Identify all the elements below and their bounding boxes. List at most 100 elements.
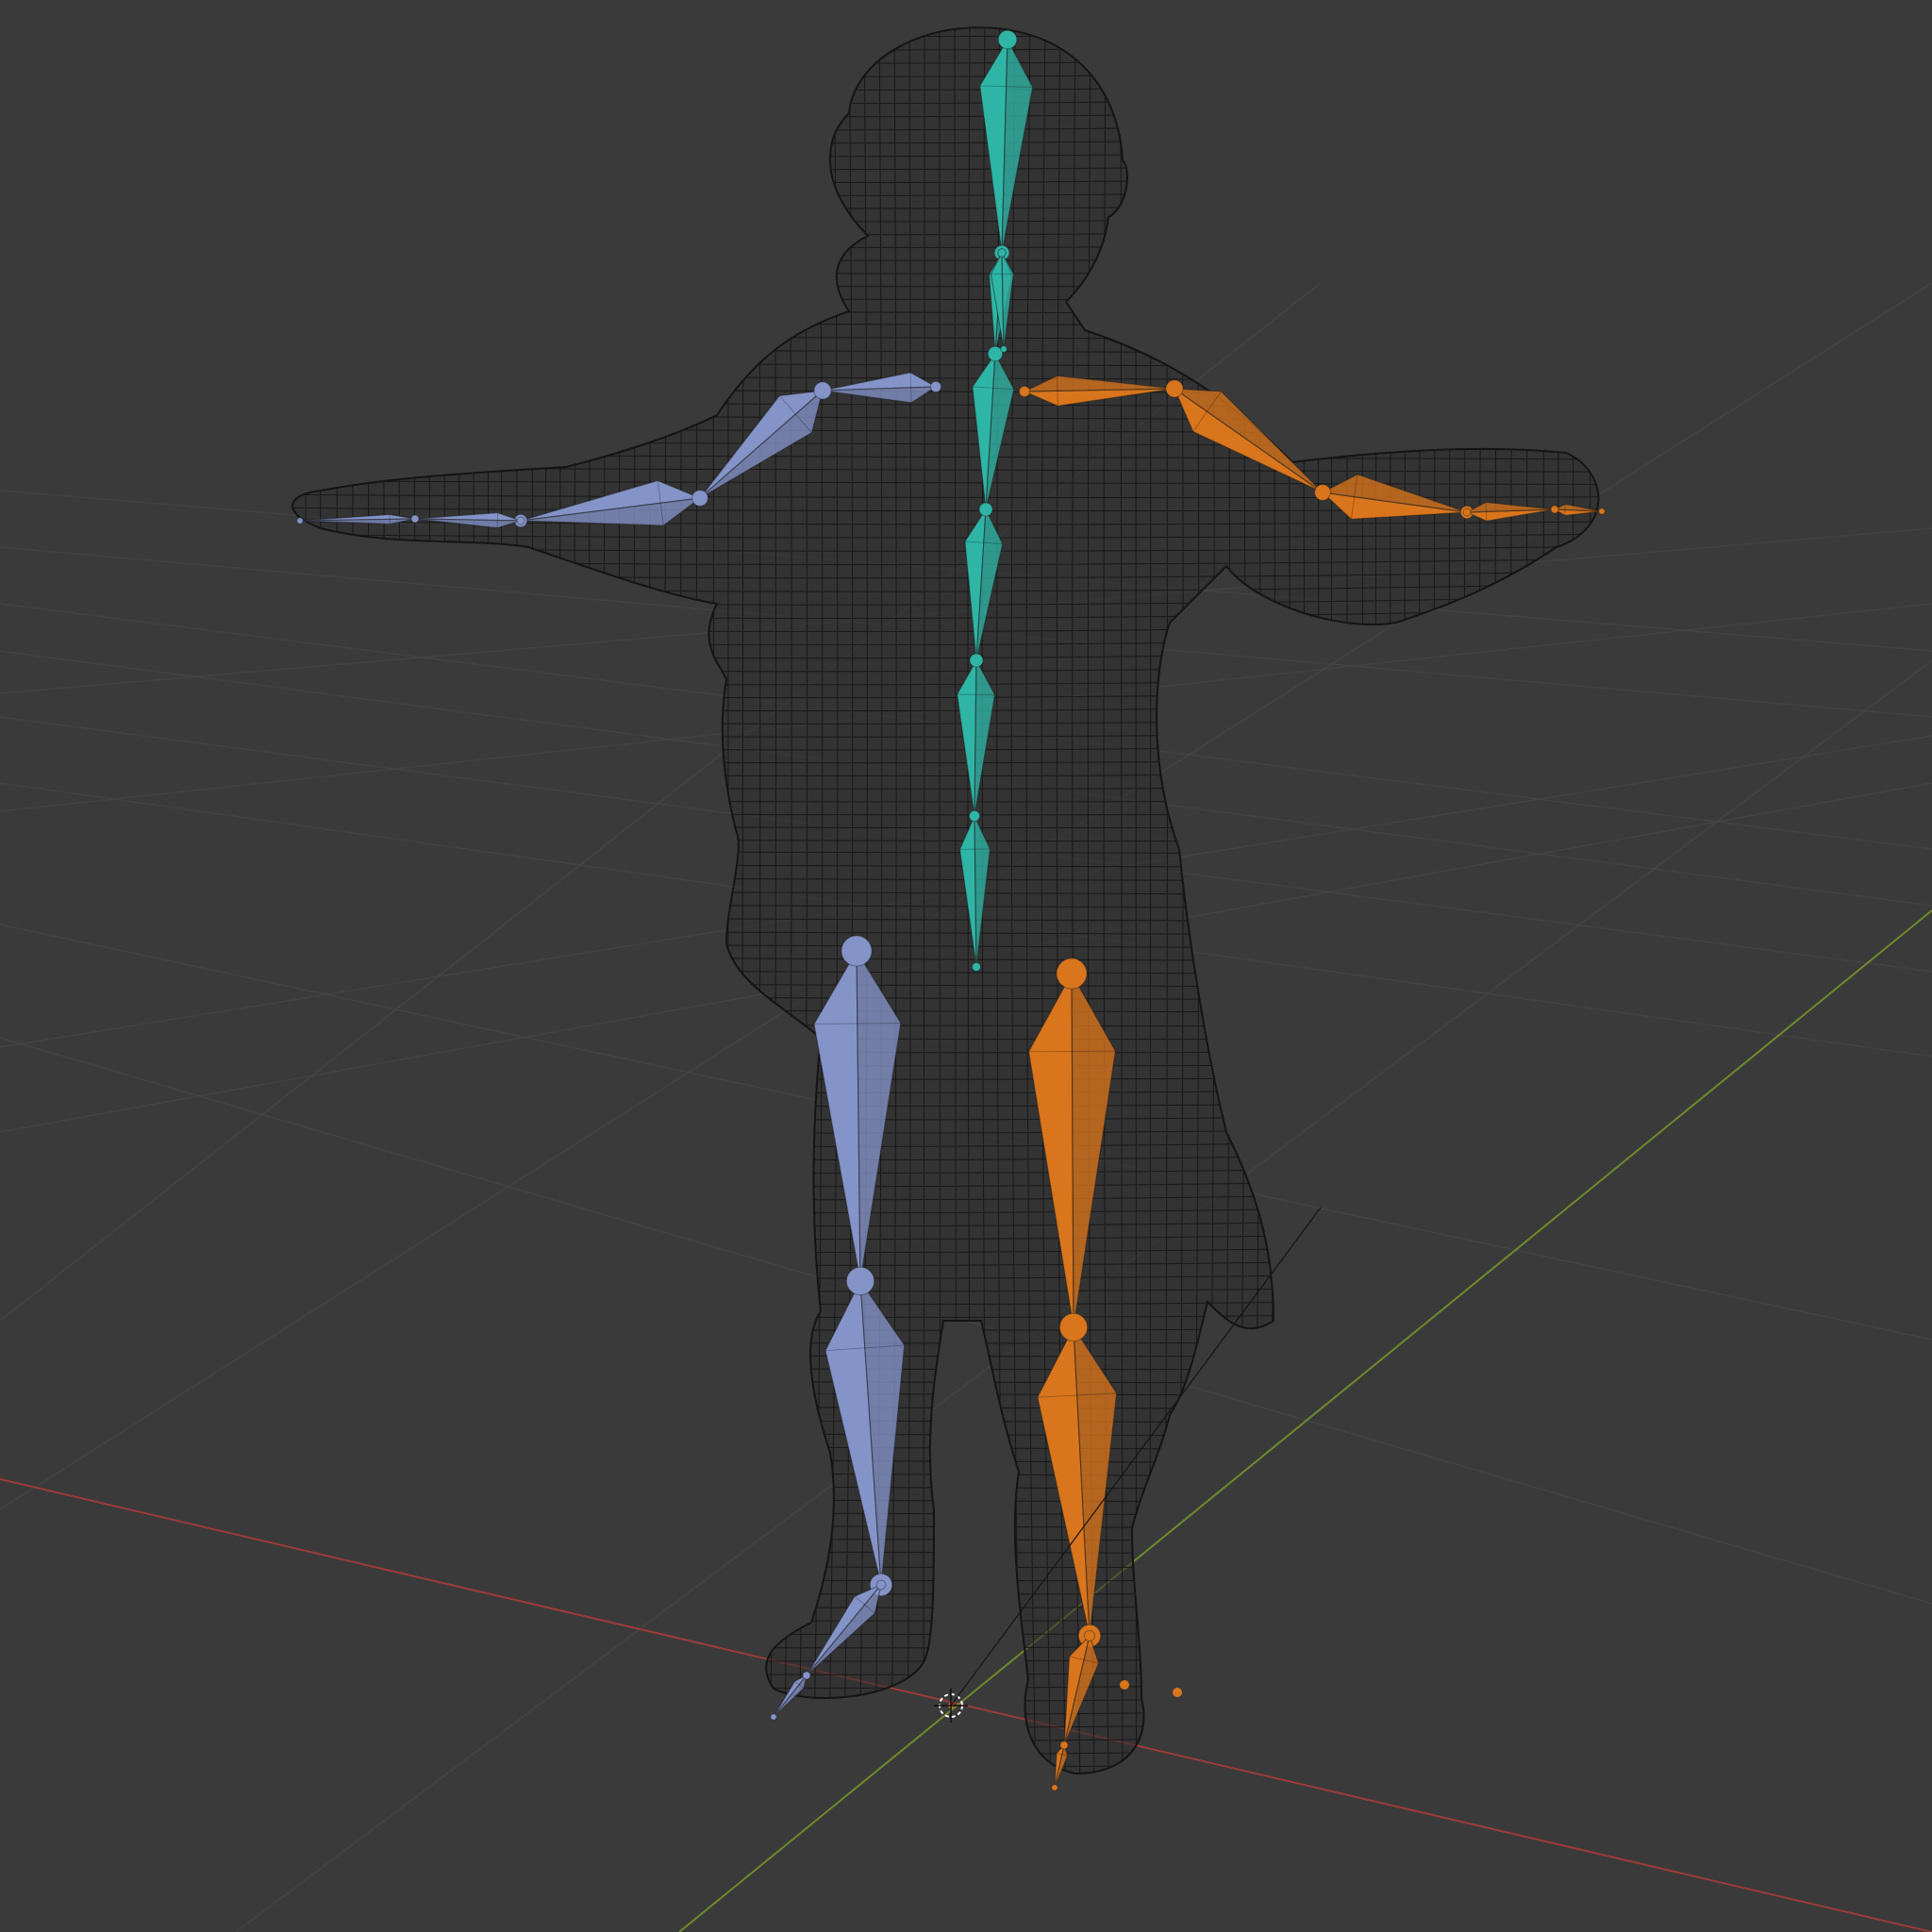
- mesh-edge: [292, 1756, 1599, 1769]
- mesh-edge: [292, 1665, 1599, 1675]
- mesh-edge: [603, 27, 614, 1774]
- right-arm-bone-fingers-tail-joint: [1598, 508, 1606, 515]
- mesh-edge: [242, 19, 250, 1792]
- mesh-edge: [390, 27, 401, 1774]
- mesh-edge: [1297, 27, 1305, 1774]
- mesh-edge: [1135, 27, 1137, 1774]
- mesh-edge: [1265, 27, 1276, 1774]
- mesh-edge: [1390, 27, 1397, 1774]
- spine-bone-spine-upper-head-joint: [978, 502, 993, 517]
- right-arm-bone-hand-edge: [1485, 502, 1488, 522]
- mesh-edge: [1585, 27, 1591, 1774]
- right-arm-bone-hand-head-joint: [1462, 508, 1472, 517]
- mesh-edge: [292, 1444, 1599, 1452]
- mesh-edge: [483, 27, 490, 1774]
- left-arm-bone-upper-arm-head-joint: [813, 381, 832, 400]
- mesh-edge: [292, 1615, 1599, 1622]
- mesh-edge: [1448, 27, 1459, 1774]
- mesh-edge: [292, 1603, 1599, 1608]
- 3d-viewport[interactable]: [0, 0, 1932, 1932]
- right-leg-bone-foot-head-joint: [1083, 1629, 1096, 1642]
- mesh-edge: [292, 1690, 1599, 1703]
- mesh-edge: [292, 27, 293, 1774]
- mesh-edge: [711, 27, 715, 1774]
- mesh-edge: [589, 27, 598, 1774]
- mesh-edge: [1360, 27, 1364, 1774]
- right-leg-bone-thigh-head-joint: [1056, 958, 1088, 990]
- mesh-edge: [1235, 27, 1246, 1774]
- mesh-edge: [292, 1677, 1599, 1689]
- mesh-edge: [1281, 27, 1291, 1774]
- neck-bone-neck-head-joint: [997, 248, 1007, 258]
- mesh-edge: [1374, 27, 1381, 1774]
- left-arm-bone-fingers-tail-joint: [296, 517, 304, 525]
- mesh-edge: [1614, 19, 1622, 1792]
- left-leg-bone-toe-tail-joint: [770, 1713, 777, 1721]
- left-leg-bone-shin-head-joint: [845, 1266, 875, 1296]
- mesh-edge: [544, 27, 551, 1774]
- mesh-edge: [1525, 27, 1531, 1774]
- mesh-edge: [1206, 27, 1215, 1774]
- left-arm-bone-forearm-head-joint: [691, 490, 708, 507]
- mesh-edge: [1479, 27, 1489, 1774]
- mesh-silhouette: [291, 26, 1600, 1775]
- mesh-edge: [1541, 27, 1545, 1774]
- mesh-edge: [1494, 27, 1504, 1774]
- mesh-edge: [292, 1627, 1599, 1636]
- left-arm-bone-hand-head-joint: [516, 516, 525, 525]
- mesh-edge: [245, 18, 1623, 24]
- mesh-edge: [405, 27, 416, 1774]
- mesh-edge: [633, 27, 644, 1774]
- mesh-edge: [292, 1471, 1599, 1478]
- mesh-edge: [1571, 27, 1575, 1774]
- spine-bone-head-head-joint: [997, 29, 1018, 50]
- mesh-edge: [649, 27, 658, 1774]
- left-leg-bone-foot-head-joint: [875, 1579, 887, 1591]
- right-arm-bone-forearm-head-joint: [1314, 484, 1331, 501]
- mesh-edge: [435, 27, 446, 1774]
- mesh-edge: [939, 27, 941, 1774]
- left-leg-bone-toe-head-joint: [802, 1671, 811, 1680]
- mesh-edge: [305, 27, 308, 1774]
- mesh-edge: [292, 1418, 1599, 1424]
- left-arm-bone-fingers-head-joint: [410, 514, 420, 524]
- spine-bone-spine-mid-head-joint: [969, 653, 984, 668]
- mesh-edge: [292, 1431, 1599, 1438]
- right-arm-bone-shoulder-head-joint: [1018, 385, 1031, 398]
- mesh-edge: [319, 27, 323, 1774]
- mesh-edge: [361, 27, 370, 1774]
- mesh-edge: [559, 27, 567, 1774]
- mesh-edge: [451, 27, 460, 1774]
- mesh-edge: [292, 1742, 1599, 1756]
- mesh-edge: [664, 27, 674, 1774]
- mesh-edge: [292, 1652, 1599, 1662]
- viewport-canvas[interactable]: [0, 0, 1932, 1932]
- mesh-edge: [245, 1784, 1623, 1793]
- mesh-edge: [574, 27, 583, 1774]
- mesh-edge: [1404, 27, 1413, 1774]
- neck-bone-neck-tail-joint: [1000, 345, 1008, 353]
- mesh-edge: [499, 27, 504, 1774]
- mesh-edge: [1510, 27, 1518, 1774]
- mesh-edge: [274, 19, 278, 1792]
- left-arm-bone-shoulder-head-joint: [929, 380, 942, 393]
- character-mesh-wireframe[interactable]: [242, 18, 1623, 1794]
- mesh-edge: [292, 1457, 1599, 1465]
- mesh-edge: [292, 1729, 1599, 1742]
- bone-marker: [1173, 1688, 1182, 1697]
- mesh-edge: [375, 27, 385, 1774]
- mesh-edge: [618, 27, 629, 1774]
- right-leg-bone-shin-head-joint: [1058, 1312, 1089, 1342]
- mesh-edge: [1191, 27, 1200, 1774]
- right-leg-bone-toe-tail-joint: [1051, 1784, 1058, 1791]
- mesh-edge: [1220, 27, 1231, 1774]
- spine-bone-spine-lower-tail-joint: [972, 962, 981, 972]
- mesh-edge: [1330, 27, 1334, 1774]
- mesh-edge: [467, 27, 475, 1774]
- right-arm-bone-fingers-head-joint: [1550, 505, 1559, 514]
- mesh-edge: [333, 27, 338, 1774]
- right-leg-bone-toe-head-joint: [1059, 1740, 1069, 1750]
- spine-bone-spine-lower-head-joint: [968, 809, 981, 823]
- mesh-edge: [347, 27, 354, 1774]
- mesh-edge: [1463, 27, 1474, 1774]
